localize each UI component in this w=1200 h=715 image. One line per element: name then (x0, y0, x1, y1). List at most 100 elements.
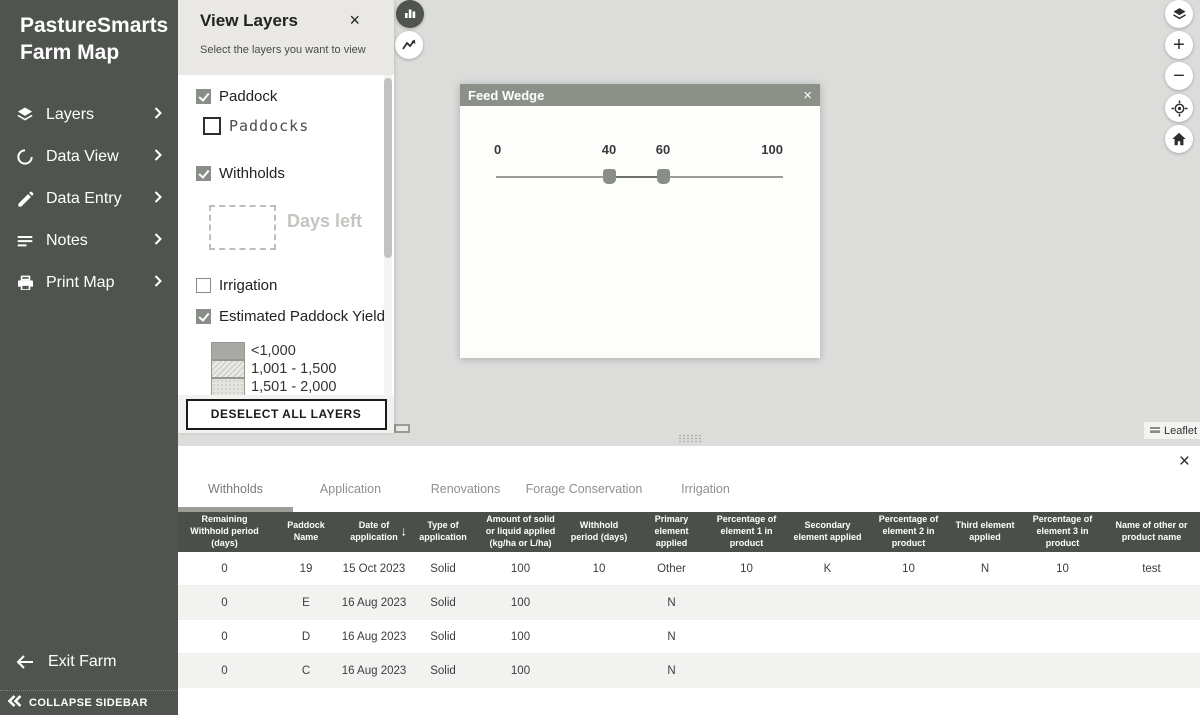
layer-label: Paddock (219, 88, 277, 105)
view-layers-header: View Layers × Select the layers you want… (178, 0, 394, 75)
home-icon (1171, 131, 1187, 147)
feed-wedge-header[interactable]: Feed Wedge × (460, 84, 820, 106)
table-cell: 16 Aug 2023 (341, 586, 407, 619)
paddocks-checkbox[interactable] (203, 117, 221, 135)
column-header-label: Type of application (413, 520, 473, 543)
column-header-label: Primary element applied (642, 514, 701, 549)
sidebar-item-notes[interactable]: Notes (0, 220, 178, 262)
collapse-sidebar-button[interactable]: COLLAPSE SIDEBAR (0, 690, 178, 715)
table-cell (1103, 654, 1200, 687)
sidebar-item-data-view[interactable]: Data View (0, 136, 178, 178)
layer-item-irrigation[interactable]: Irrigation (196, 277, 277, 294)
estimated-yield-checkbox[interactable] (196, 309, 211, 324)
deselect-all-layers-button[interactable]: DESELECT ALL LAYERS (186, 399, 387, 430)
yield-swatch-2 (211, 360, 245, 378)
table-cell: 16 Aug 2023 (341, 620, 407, 653)
resize-handle[interactable] (394, 424, 410, 433)
table-cell: N (948, 552, 1022, 585)
column-header[interactable]: Type of application (407, 512, 479, 552)
yield-range-label: 1,001 - 1,500 (251, 361, 336, 377)
irrigation-checkbox[interactable] (196, 278, 211, 293)
tab-withholds[interactable]: Withholds (178, 473, 293, 505)
layers-icon (1171, 6, 1188, 23)
table-row[interactable]: 0C16 Aug 2023Solid100N (178, 654, 1200, 688)
table-row[interactable]: 01915 Oct 2023Solid10010Other10K10N10tes… (178, 552, 1200, 586)
exit-farm-button[interactable]: Exit Farm (0, 642, 178, 682)
sidebar-item-print-map[interactable]: Print Map (0, 262, 178, 304)
column-header-label: Date of application (347, 520, 401, 543)
table-cell: 16 Aug 2023 (341, 654, 407, 687)
column-header[interactable]: Name of other or product name (1103, 512, 1200, 552)
chevron-right-icon (154, 106, 162, 124)
close-icon[interactable]: × (1179, 452, 1190, 471)
zoom-out-button[interactable]: − (1165, 62, 1193, 90)
slider-handle-upper[interactable] (657, 169, 670, 184)
table-cell (707, 654, 786, 687)
locate-icon (1171, 100, 1188, 117)
column-header[interactable]: Percentage of element 2 in product (869, 512, 948, 552)
table-cell: 100 (479, 552, 562, 585)
column-header[interactable]: Primary element applied (636, 512, 707, 552)
column-header[interactable]: Remaining Withhold period (days) (178, 512, 271, 552)
table-cell: 19 (271, 552, 341, 585)
column-header[interactable]: Paddock Name (271, 512, 341, 552)
layer-label: Withholds (219, 165, 285, 182)
withholds-checkbox[interactable] (196, 166, 211, 181)
app-title-line1: PastureSmarts (20, 12, 178, 39)
column-header[interactable]: Amount of solid or liquid applied (kg/ha… (479, 512, 562, 552)
layer-item-withholds[interactable]: Withholds (196, 165, 285, 182)
table-cell (1103, 586, 1200, 619)
tab-forage-conservation[interactable]: Forage Conservation (523, 473, 645, 505)
column-header[interactable]: Percentage of element 1 in product (707, 512, 786, 552)
column-header-label: Third element applied (954, 520, 1016, 543)
table-cell: E (271, 586, 341, 619)
chevron-right-icon (154, 232, 162, 250)
table-cell: N (636, 586, 707, 619)
zoom-in-button[interactable]: + (1165, 31, 1193, 59)
slider-lower-value: 40 (597, 142, 621, 157)
tab-application[interactable]: Application (293, 473, 408, 505)
table-cell: Solid (407, 586, 479, 619)
scrollbar-track[interactable] (384, 75, 392, 395)
map-layers-button[interactable] (1165, 0, 1193, 28)
yield-range-label: 1,501 - 2,000 (251, 379, 336, 395)
slider-handle-lower[interactable] (603, 169, 616, 184)
table-cell (707, 620, 786, 653)
yield-range-label: <1,000 (251, 343, 296, 359)
column-header[interactable]: Secondary element applied (786, 512, 869, 552)
exit-farm-label: Exit Farm (48, 653, 116, 671)
paddock-checkbox[interactable] (196, 89, 211, 104)
panel-subtitle: Select the layers you want to view (200, 44, 394, 56)
layer-item-paddocks-legend[interactable]: Paddocks (203, 117, 309, 135)
chart-toggle-button[interactable] (396, 0, 424, 28)
column-header[interactable]: Withhold period (days) (562, 512, 636, 552)
panel-drag-handle[interactable] (678, 434, 702, 443)
chevron-right-icon (154, 148, 162, 166)
yield-legend-row: 1,501 - 2,000 (211, 378, 336, 395)
data-panel-tabs: Withholds Application Renovations Forage… (178, 473, 766, 505)
tab-renovations[interactable]: Renovations (408, 473, 523, 505)
table-row[interactable]: 0E16 Aug 2023Solid100N (178, 586, 1200, 620)
sidebar-item-label: Notes (46, 232, 88, 250)
panel-title: View Layers (200, 11, 394, 31)
days-left-swatch (209, 205, 276, 250)
close-icon[interactable]: × (349, 11, 360, 29)
tab-irrigation[interactable]: Irrigation (645, 473, 766, 505)
locate-button[interactable] (1165, 94, 1193, 122)
slider-upper-value: 60 (651, 142, 675, 157)
layers-icon (14, 104, 36, 126)
sidebar-item-data-entry[interactable]: Data Entry (0, 178, 178, 220)
column-header[interactable]: Date of application↓ (341, 512, 407, 552)
table-cell (1022, 654, 1103, 687)
close-icon[interactable]: × (803, 88, 812, 103)
column-header[interactable]: Percentage of element 3 in product (1022, 512, 1103, 552)
scrollbar-thumb[interactable] (384, 78, 392, 258)
column-header[interactable]: Third element applied (948, 512, 1022, 552)
layer-item-paddock[interactable]: Paddock (196, 88, 277, 105)
layer-item-estimated-yield[interactable]: Estimated Paddock Yield (196, 308, 385, 325)
sidebar-item-layers[interactable]: Layers (0, 94, 178, 136)
trend-toggle-button[interactable] (395, 31, 423, 59)
home-button[interactable] (1165, 125, 1193, 153)
table-row[interactable]: 0D16 Aug 2023Solid100N (178, 620, 1200, 654)
yield-swatch-1 (211, 342, 245, 360)
